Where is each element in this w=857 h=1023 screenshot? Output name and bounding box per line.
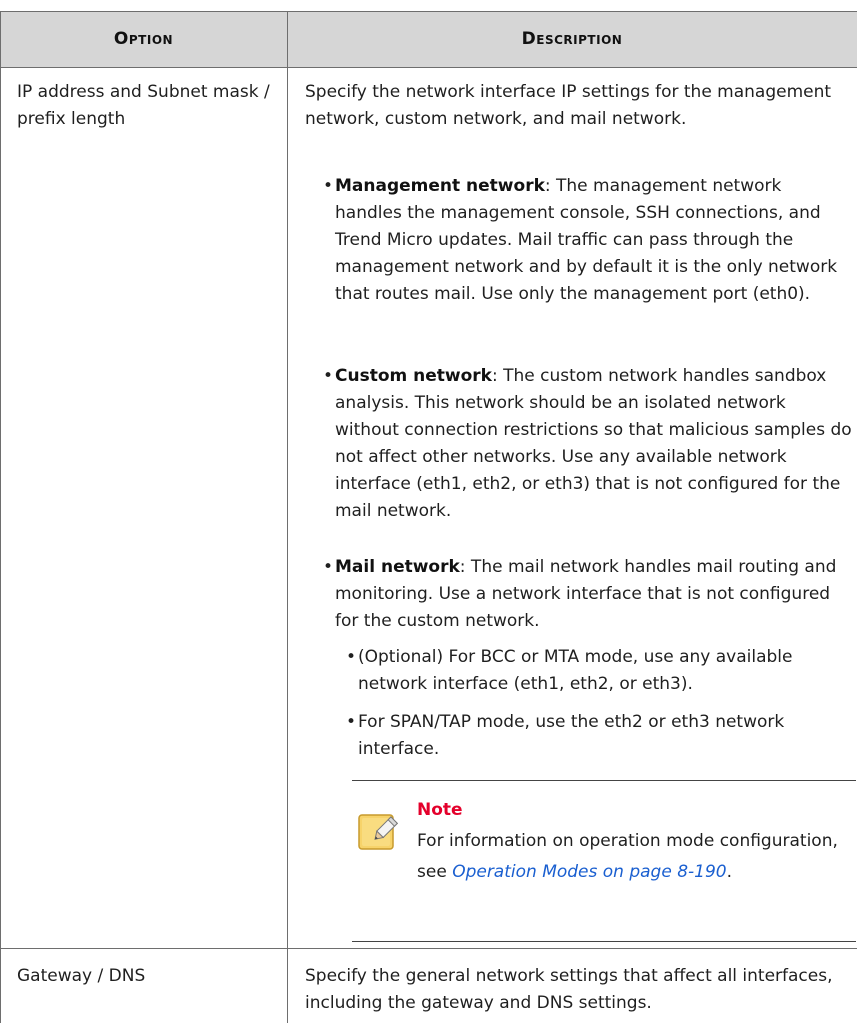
bullet-icon: •	[323, 366, 334, 386]
bullet-text: : The custom network handles sandbox ana…	[335, 366, 852, 521]
row2-option-cell: Gateway / DNS	[17, 963, 277, 990]
row2-intro: Specify the general network settings tha…	[305, 966, 833, 1013]
header-description-label: Description	[521, 29, 623, 49]
row2-option-text: Gateway / DNS	[17, 966, 146, 986]
row1-description-cell: Specify the network interface IP setting…	[305, 79, 845, 133]
column-divider	[287, 11, 288, 1023]
row1-option-cell: IP address and Subnet mask / prefix leng…	[17, 79, 277, 133]
bullet-term: Management network	[335, 176, 545, 196]
operation-modes-link[interactable]: Operation Modes on page 8-190	[452, 862, 726, 882]
row2-description-cell: Specify the general network settings tha…	[305, 963, 845, 1017]
row1-intro: Specify the network interface IP setting…	[305, 82, 832, 129]
bullet-term: Mail network	[335, 557, 460, 577]
row1-sub-bullet-2: • For SPAN/TAP mode, use the eth2 or eth…	[346, 709, 856, 763]
list-item: • Management network: The management net…	[323, 173, 853, 308]
bullet-icon: •	[323, 176, 334, 196]
row1-option-text: IP address and Subnet mask / prefix leng…	[17, 82, 270, 129]
row-divider	[0, 948, 857, 949]
table-border-left	[0, 11, 1, 1023]
row1-bullet-2: • Custom network: The custom network han…	[323, 363, 853, 525]
row1-bullet-list: • Management network: The management net…	[323, 173, 853, 308]
header-option-label: Option	[113, 29, 174, 49]
sub-bullet-text: For SPAN/TAP mode, use the eth2 or eth3 …	[358, 712, 785, 759]
list-item: • Custom network: The custom network han…	[323, 363, 853, 525]
bullet-icon: •	[346, 712, 357, 732]
bullet-icon: •	[323, 557, 334, 577]
list-item: • For SPAN/TAP mode, use the eth2 or eth…	[346, 709, 856, 763]
header-description: Description	[287, 11, 857, 68]
note-pencil-icon	[356, 807, 404, 855]
row1-bullet-3: • Mail network: The mail network handles…	[323, 554, 853, 635]
note-end: .	[726, 862, 733, 882]
list-item: • Mail network: The mail network handles…	[323, 554, 853, 635]
header-option: Option	[0, 11, 287, 68]
bullet-term: Custom network	[335, 366, 492, 386]
note-box: Note For information on operation mode c…	[352, 780, 856, 942]
sub-bullet-text: (Optional) For BCC or MTA mode, use any …	[358, 647, 793, 694]
bullet-icon: •	[346, 647, 357, 667]
note-title: Note	[417, 800, 463, 820]
list-item: • (Optional) For BCC or MTA mode, use an…	[346, 644, 856, 698]
row1-sub-bullet-1: • (Optional) For BCC or MTA mode, use an…	[346, 644, 856, 698]
note-content: Note For information on operation mode c…	[417, 797, 849, 888]
note-text: For information on operation mode config…	[417, 826, 849, 888]
